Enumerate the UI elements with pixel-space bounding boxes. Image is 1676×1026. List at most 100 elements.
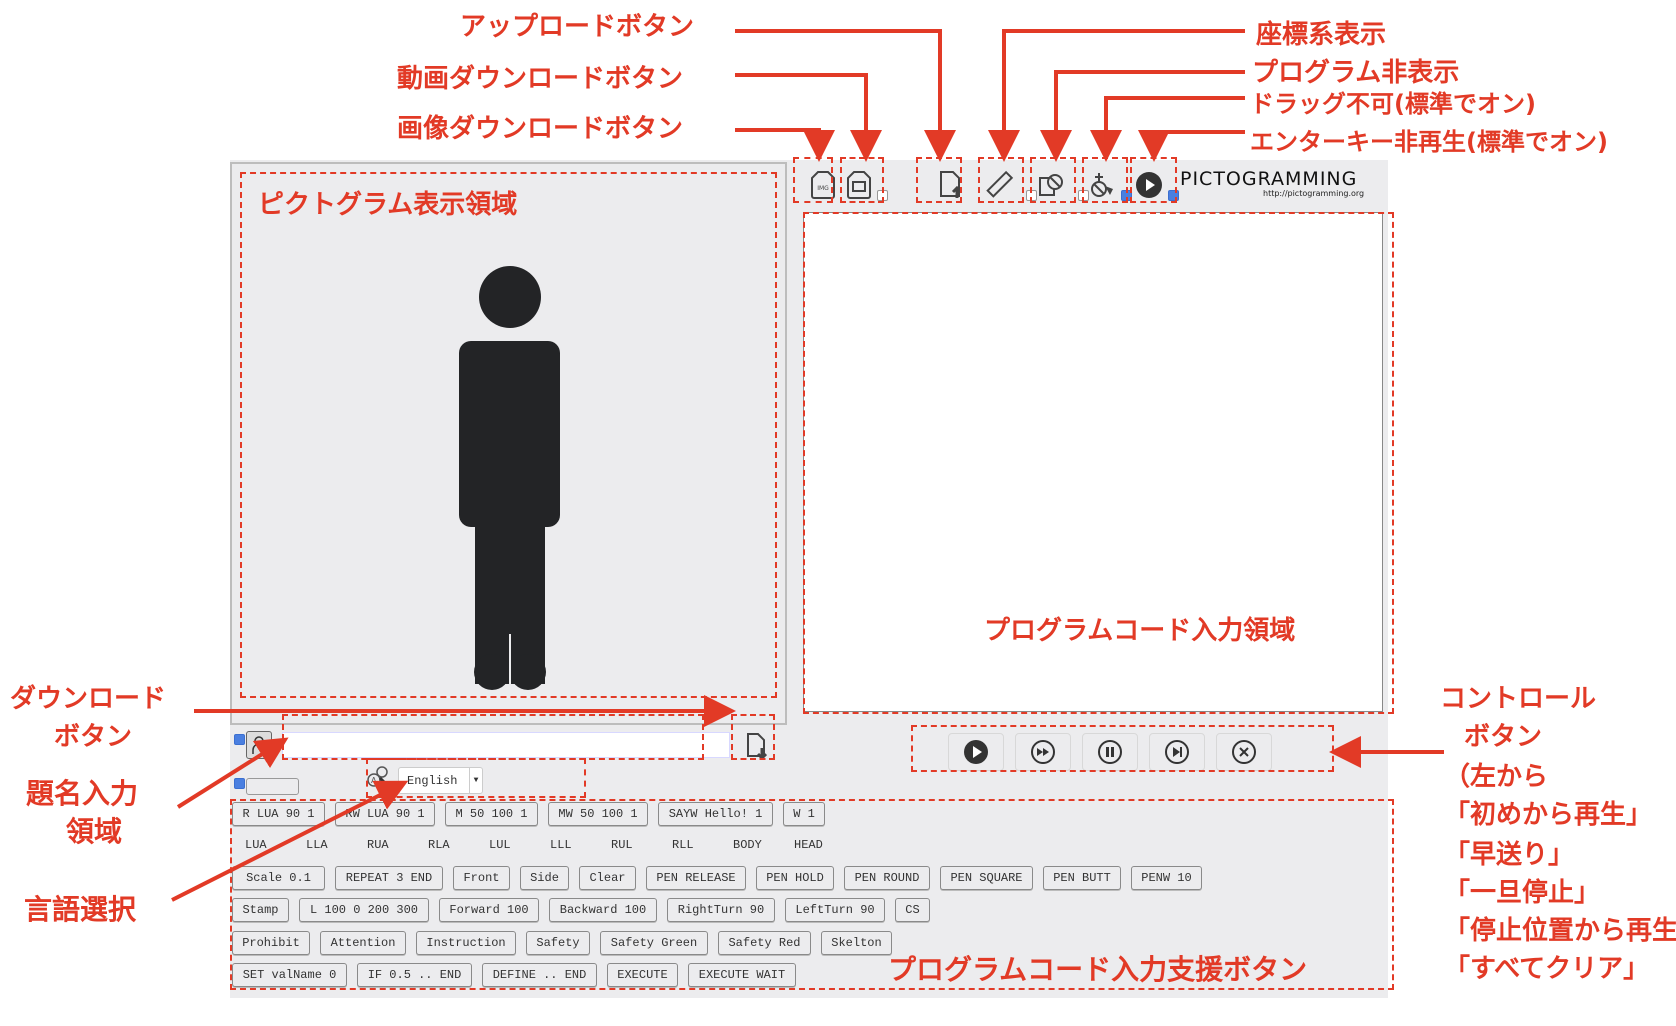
command-button[interactable]: L 100 0 200 300 (299, 898, 429, 922)
ruler-icon (986, 170, 1014, 198)
enter-no-play-checkbox[interactable] (1168, 190, 1179, 201)
body-part-label[interactable]: LLL (550, 838, 572, 852)
body-part-label[interactable]: LUA (245, 838, 267, 852)
label-upload: アップロードボタン (460, 12, 695, 42)
command-button[interactable]: Clear (579, 866, 636, 890)
pause-button[interactable] (1082, 733, 1138, 771)
body-part-label[interactable]: RUL (611, 838, 633, 852)
command-button[interactable]: PEN BUTT (1043, 866, 1121, 890)
command-button[interactable]: W 1 (783, 802, 825, 826)
image-download-button[interactable]: IMG (806, 168, 840, 202)
command-button[interactable]: EXECUTE (607, 963, 678, 987)
command-button[interactable]: Safety Red (718, 931, 811, 955)
pictogram-body (459, 341, 560, 527)
drag-disabled-checkbox[interactable] (1121, 190, 1132, 201)
title-checkbox[interactable] (234, 734, 245, 745)
video-download-button[interactable] (842, 168, 876, 202)
command-button[interactable]: Safety (526, 931, 590, 955)
hide-code-icon (1039, 174, 1063, 196)
command-button[interactable]: CS (895, 898, 930, 922)
command-button[interactable]: PEN ROUND (844, 866, 930, 890)
language-select[interactable]: English ▼ (398, 767, 483, 794)
command-button[interactable]: PEN SQUARE (940, 866, 1033, 890)
label-control-line: （左から (1444, 762, 1549, 792)
label-enter: エンターキー非再生(標準でオン) (1250, 128, 1608, 156)
resume-button[interactable] (1149, 733, 1205, 771)
label-support-buttons: プログラムコード入力支援ボタン (888, 953, 1308, 986)
upload-button[interactable] (933, 168, 967, 202)
logo-url[interactable]: http://pictogramming.org (1263, 189, 1364, 198)
hide-program-button[interactable] (1034, 168, 1068, 202)
body-part-label[interactable]: RLA (428, 838, 450, 852)
command-button[interactable]: PEN HOLD (756, 866, 834, 890)
label-title-2: 領域 (66, 815, 123, 848)
label-control-line: 「早送り」 (1444, 840, 1575, 870)
command-button[interactable]: LeftTurn 90 (785, 898, 885, 922)
command-button[interactable]: Side (520, 866, 569, 890)
command-button[interactable]: IF 0.5 .. END (357, 963, 472, 987)
body-part-label[interactable]: RLL (672, 838, 694, 852)
play-from-start-button[interactable] (948, 733, 1004, 771)
secondary-checkbox[interactable] (234, 778, 245, 789)
clear-all-button[interactable] (1216, 733, 1272, 771)
command-button[interactable]: Forward 100 (439, 898, 539, 922)
command-button[interactable]: REPEAT 3 END (335, 866, 443, 890)
label-control-line: ボタン (1464, 722, 1543, 752)
body-part-label[interactable]: LUL (489, 838, 511, 852)
command-button[interactable]: MW 50 100 1 (548, 802, 648, 826)
command-button[interactable]: Prohibit (232, 931, 310, 955)
enter-play-toggle-button[interactable] (1132, 168, 1166, 202)
command-button[interactable]: Instruction (416, 931, 516, 955)
avatar-button[interactable] (246, 731, 272, 759)
file-download-icon (747, 733, 767, 760)
label-download-2: ボタン (54, 722, 133, 752)
download-button[interactable] (743, 732, 769, 760)
label-coordinate: 座標系表示 (1256, 20, 1387, 50)
label-video-download: 動画ダウンロードボタン (397, 64, 684, 94)
clear-icon (1232, 740, 1256, 764)
small-input[interactable] (246, 778, 299, 795)
svg-text:A: A (371, 776, 377, 785)
command-button[interactable]: R LUA 90 1 (232, 802, 325, 826)
title-input[interactable] (282, 732, 730, 758)
command-button[interactable]: Front (453, 866, 510, 890)
body-part-label[interactable]: LLA (306, 838, 328, 852)
command-button[interactable]: SET valName 0 (232, 963, 347, 987)
fast-forward-icon (1031, 740, 1055, 764)
command-button[interactable]: RightTurn 90 (667, 898, 775, 922)
command-button[interactable]: Scale 0.1 (232, 866, 325, 890)
command-button[interactable]: PEN RELEASE (646, 866, 746, 890)
file-upload-icon (940, 171, 963, 198)
body-part-label[interactable]: RUA (367, 838, 389, 852)
video-download-checkbox[interactable] (877, 190, 888, 201)
command-button[interactable]: Attention (320, 931, 406, 955)
person-icon (252, 736, 266, 754)
body-part-label[interactable]: HEAD (794, 838, 823, 852)
pictogram-canvas[interactable] (230, 162, 787, 725)
label-image-download: 画像ダウンロードボタン (397, 114, 684, 144)
pictogram-head (479, 266, 541, 328)
command-button[interactable]: Safety Green (600, 931, 708, 955)
command-button[interactable]: EXECUTE WAIT (688, 963, 796, 987)
command-button[interactable]: M 50 100 1 (445, 802, 538, 826)
drag-toggle-button[interactable] (1085, 168, 1119, 202)
label-control-line: 「すべてクリア」 (1444, 954, 1650, 984)
command-button[interactable]: RW LUA 90 1 (335, 802, 435, 826)
command-button[interactable]: DEFINE .. END (482, 963, 597, 987)
label-control-line: 「停止位置から再生」 (1444, 916, 1676, 946)
coordinate-toggle-button[interactable] (982, 168, 1016, 202)
command-button[interactable]: Stamp (232, 898, 289, 922)
command-button[interactable]: PENW 10 (1131, 866, 1202, 890)
play-icon (964, 740, 988, 764)
command-button[interactable]: Backward 100 (549, 898, 657, 922)
command-button[interactable]: SAYW Hello! 1 (658, 802, 773, 826)
label-control-line: 「初めから再生」 (1444, 800, 1653, 830)
command-button[interactable]: Skelton (821, 931, 892, 955)
label-language: 言語選択 (24, 893, 137, 926)
pictogram-figure (459, 266, 560, 690)
fast-forward-button[interactable] (1015, 733, 1071, 771)
body-part-label[interactable]: BODY (733, 838, 762, 852)
chevron-down-icon: ▼ (469, 768, 482, 793)
play-circle-icon (1136, 172, 1162, 198)
label-drag: ドラッグ不可(標準でオン) (1250, 90, 1536, 118)
